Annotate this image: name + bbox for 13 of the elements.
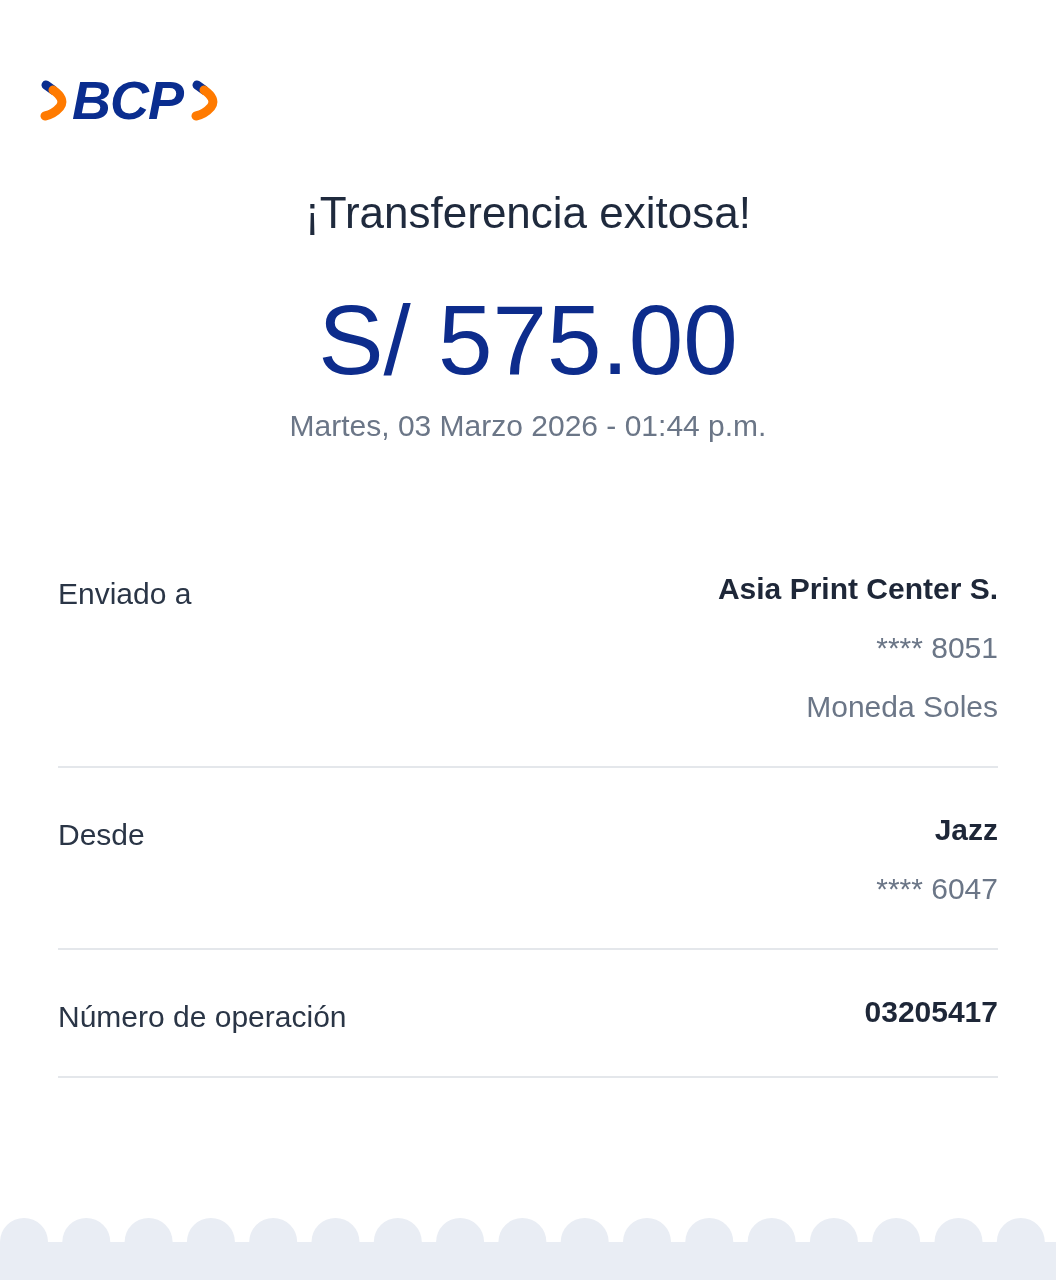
detail-value: Jazz <box>934 812 998 848</box>
date-time-text: Martes, 03 Marzo 2026 - 01:44 p.m. <box>289 408 767 444</box>
detail-label: Desde <box>58 817 145 853</box>
logo-text: BCP <box>72 78 183 122</box>
detail-label: Número de operación <box>58 999 347 1035</box>
detail-value: Asia Print Center S. <box>717 571 998 607</box>
detail-value: 03205417 <box>864 994 998 1030</box>
detail-value: Moneda Soles <box>806 689 998 725</box>
detail-value: **** 8051 <box>876 630 998 666</box>
success-title: ¡Transferencia exitosa! <box>305 188 751 238</box>
detail-value: **** 6047 <box>876 871 998 907</box>
amount-text: S/ 575.00 <box>318 285 738 395</box>
detail-label: Enviado a <box>58 576 192 612</box>
